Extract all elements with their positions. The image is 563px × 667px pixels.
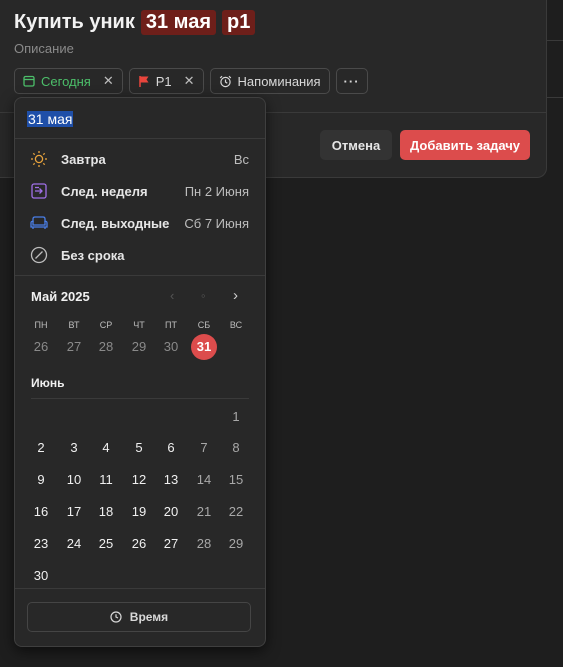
clock-icon [110,611,122,623]
calendar-day[interactable]: 13 [158,467,184,493]
quick-option-next-weekend[interactable]: След. выходные Сб 7 Июня [15,207,265,239]
title-priority-token: p1 [222,10,256,35]
quick-option-label: След. неделя [61,183,148,199]
calendar-day[interactable]: 20 [158,499,184,525]
date-input[interactable]: 31 мая [27,111,74,127]
calendar-day[interactable]: 1 [223,404,249,430]
quick-option-label: След. выходные [61,215,170,231]
reminders-chip[interactable]: Напоминания [209,68,330,94]
calendar-day[interactable]: 11 [93,467,119,493]
date-picker-popup: 31 мая Завтра Вс След. неделя Пн 2 Июня … [14,97,266,647]
due-date-chip[interactable]: Сегодня ✕ [14,68,123,94]
next-week-icon [29,181,49,201]
calendar-day[interactable]: 15 [223,467,249,493]
calendar-day[interactable]: 27 [158,531,184,557]
cancel-button[interactable]: Отмена [320,130,392,160]
calendar-day[interactable]: 18 [93,499,119,525]
sofa-icon [29,213,49,233]
divider [15,588,265,589]
weekday-label: ВТ [68,320,80,330]
calendar-day[interactable]: 16 [28,499,54,525]
calendar-day[interactable]: 14 [191,467,217,493]
weekday-label: СР [99,320,113,330]
calendar-day: 28 [98,339,114,354]
calendar-day[interactable]: 25 [93,531,119,557]
divider [15,275,265,276]
calendar-day[interactable]: 24 [61,531,87,557]
weekday-label: ПТ [165,320,177,330]
calendar-day[interactable]: 7 [191,435,217,461]
time-button[interactable]: Время [27,602,251,632]
calendar-day: 26 [33,339,49,354]
calendar-day[interactable]: 17 [61,499,87,525]
due-date-label: Сегодня [41,73,91,89]
calendar-day[interactable]: 12 [126,467,152,493]
sun-icon [29,149,49,169]
calendar-month-title: Май 2025 [31,289,90,304]
divider [31,398,249,399]
calendar-icon [23,75,35,87]
task-chips: Сегодня ✕ P1 ✕ Напоминания ··· [14,68,368,94]
quick-option-meta: Пн 2 Июня [184,183,249,199]
calendar-day[interactable]: 19 [126,499,152,525]
weekday-label: СБ [197,320,211,330]
prev-month-icon[interactable]: ‹ [170,288,174,303]
divider [546,40,563,41]
quick-option-next-week[interactable]: След. неделя Пн 2 Июня [15,175,265,207]
priority-chip[interactable]: P1 ✕ [128,68,204,94]
weekday-label: ВС [229,320,243,330]
quick-option-tomorrow[interactable]: Завтра Вс [15,143,265,175]
add-task-button[interactable]: Добавить задачу [400,130,530,160]
title-date-token: 31 мая [140,10,216,35]
calendar-day[interactable]: 4 [93,435,119,461]
task-title[interactable]: Купить уник 31 мая p1 [14,10,256,35]
weekday-label: ПН [34,320,48,330]
alarm-clock-icon [219,75,231,87]
divider [546,97,563,98]
calendar-day[interactable]: 21 [191,499,217,525]
calendar-day[interactable]: 6 [158,435,184,461]
calendar-day: 27 [66,339,82,354]
calendar-day[interactable]: 28 [191,531,217,557]
close-icon[interactable]: ✕ [103,73,114,89]
calendar-day[interactable]: 29 [223,531,249,557]
more-options-button[interactable]: ··· [335,68,368,94]
weekday-label: ЧТ [133,320,145,330]
no-date-icon [29,245,49,265]
quick-option-meta: Вс [233,151,249,167]
divider [15,138,265,139]
calendar-day[interactable]: 5 [126,435,152,461]
time-label: Время [129,610,169,624]
task-title-text: Купить уник [14,11,135,33]
quick-option-label: Завтра [61,151,106,167]
calendar-day-selected[interactable]: 31 [191,334,217,360]
calendar-day[interactable]: 30 [28,563,54,589]
quick-option-meta: Сб 7 Июня [184,215,249,231]
quick-option-no-date[interactable]: Без срока [15,239,265,271]
calendar-month-title: Июнь [31,376,65,390]
calendar-day[interactable]: 8 [223,435,249,461]
calendar-day[interactable]: 9 [28,467,54,493]
calendar-day[interactable]: 3 [61,435,87,461]
calendar-day: 29 [131,339,147,354]
reminders-label: Напоминания [237,73,321,89]
calendar-day[interactable]: 10 [61,467,87,493]
calendar-day[interactable]: 2 [28,435,54,461]
calendar-day[interactable]: 23 [28,531,54,557]
close-icon[interactable]: ✕ [184,73,195,89]
priority-label: P1 [155,73,172,89]
next-month-icon[interactable]: › [233,287,238,304]
calendar-day[interactable]: 22 [223,499,249,525]
today-dot-icon[interactable]: ◦ [201,288,206,303]
description-field[interactable]: Описание [14,41,74,56]
quick-option-label: Без срока [61,247,125,263]
calendar-day[interactable]: 26 [126,531,152,557]
calendar-day: 30 [163,339,179,354]
more-icon: ··· [343,73,360,89]
flag-icon [138,75,149,87]
